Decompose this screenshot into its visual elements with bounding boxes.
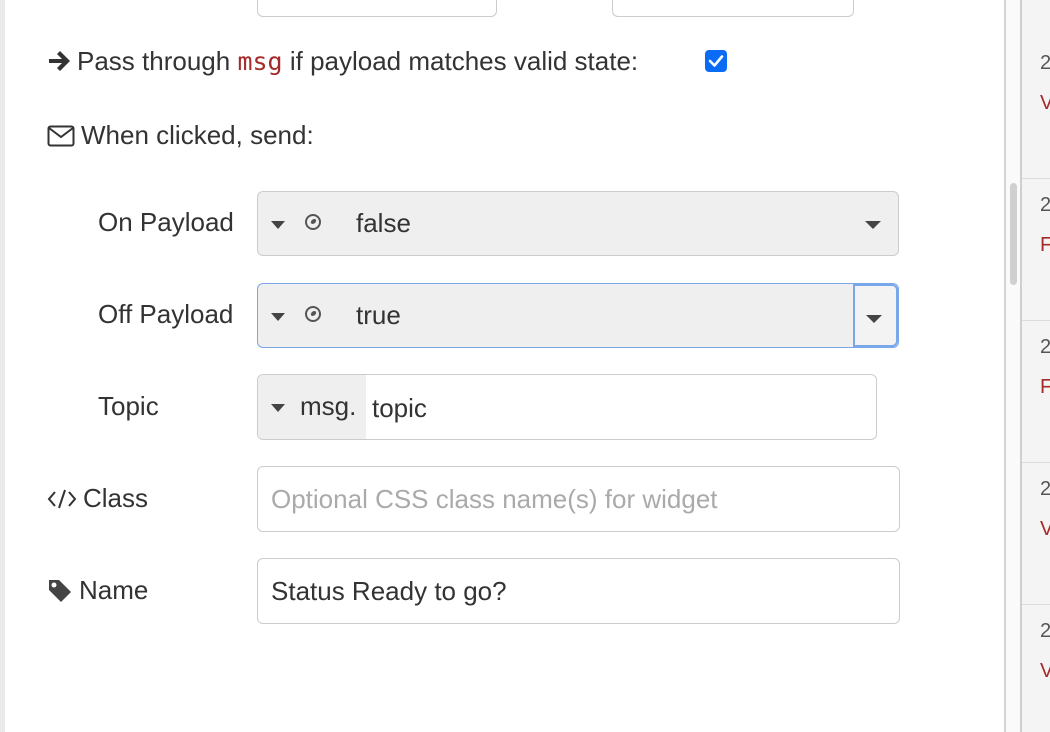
type-dropdown-caret-icon[interactable] — [270, 312, 286, 322]
name-input[interactable] — [257, 558, 900, 624]
entry-text: V — [1040, 92, 1050, 114]
scrollbar-track[interactable] — [1006, 0, 1020, 732]
list-item[interactable]: 2 V — [1022, 604, 1050, 732]
on-payload-label: On Payload — [98, 207, 234, 237]
pass-through-prefix: Pass through — [77, 46, 231, 76]
arrow-right-icon — [49, 51, 70, 71]
top-input-right[interactable] — [612, 0, 854, 17]
pass-through-checkbox[interactable] — [705, 50, 727, 72]
on-payload-typedinput[interactable]: false — [257, 191, 899, 256]
pass-through-suffix: if payload matches valid state: — [289, 46, 639, 76]
entry-number: 2 — [1040, 194, 1050, 216]
entry-text: F — [1040, 234, 1050, 256]
class-input[interactable] — [257, 466, 900, 532]
node-edit-panel: Pass through msg if payload matches vali… — [0, 0, 1004, 732]
when-clicked-label: When clicked, send: — [81, 120, 314, 150]
entry-text: V — [1040, 518, 1050, 540]
topic-prefix: msg. — [300, 391, 357, 421]
on-payload-value: false — [356, 208, 411, 238]
topic-value[interactable]: topic — [372, 393, 427, 424]
type-dropdown-caret-icon[interactable] — [270, 220, 286, 230]
off-payload-dropdown-button[interactable] — [853, 284, 898, 347]
msg-code: msg — [237, 47, 283, 76]
type-dropdown-caret-icon — [271, 404, 285, 412]
boolean-type-icon — [305, 306, 321, 322]
check-icon — [708, 55, 724, 67]
tag-icon — [49, 580, 71, 602]
entry-text: V — [1040, 660, 1050, 682]
entry-number: 2 — [1040, 478, 1050, 500]
list-item[interactable]: 2 V — [1022, 462, 1050, 605]
list-item[interactable]: 2 V — [1022, 36, 1050, 179]
off-payload-value: true — [356, 300, 401, 330]
when-clicked-heading: When clicked, send: — [47, 120, 314, 151]
topic-label: Topic — [98, 391, 159, 421]
chevron-down-icon[interactable] — [864, 220, 882, 230]
code-icon — [47, 489, 77, 509]
entry-text: F — [1040, 376, 1050, 398]
entry-number: 2 — [1040, 620, 1050, 642]
pass-through-row: Pass through msg if payload matches vali… — [47, 46, 638, 77]
entry-number: 2 — [1040, 52, 1050, 74]
class-row-label: Class — [47, 483, 148, 514]
top-input-left[interactable] — [257, 0, 497, 17]
debug-sidebar: 2 V 2 F 2 F 2 V 2 V — [1022, 0, 1050, 732]
name-label: Name — [79, 575, 149, 605]
off-payload-label: Off Payload — [98, 299, 234, 329]
topic-typedinput[interactable]: msg. topic — [257, 374, 877, 440]
off-payload-typedinput[interactable]: true — [257, 283, 899, 348]
class-label: Class — [83, 483, 149, 513]
envelope-icon — [47, 125, 75, 147]
boolean-type-icon — [305, 214, 321, 230]
topic-type-selector[interactable]: msg. — [258, 375, 366, 439]
entry-number: 2 — [1040, 336, 1050, 358]
list-item[interactable]: 2 F — [1022, 178, 1050, 321]
list-item[interactable]: 2 F — [1022, 320, 1050, 463]
chevron-down-icon — [866, 315, 882, 323]
name-row-label: Name — [47, 575, 148, 606]
scrollbar-thumb[interactable] — [1010, 183, 1017, 285]
